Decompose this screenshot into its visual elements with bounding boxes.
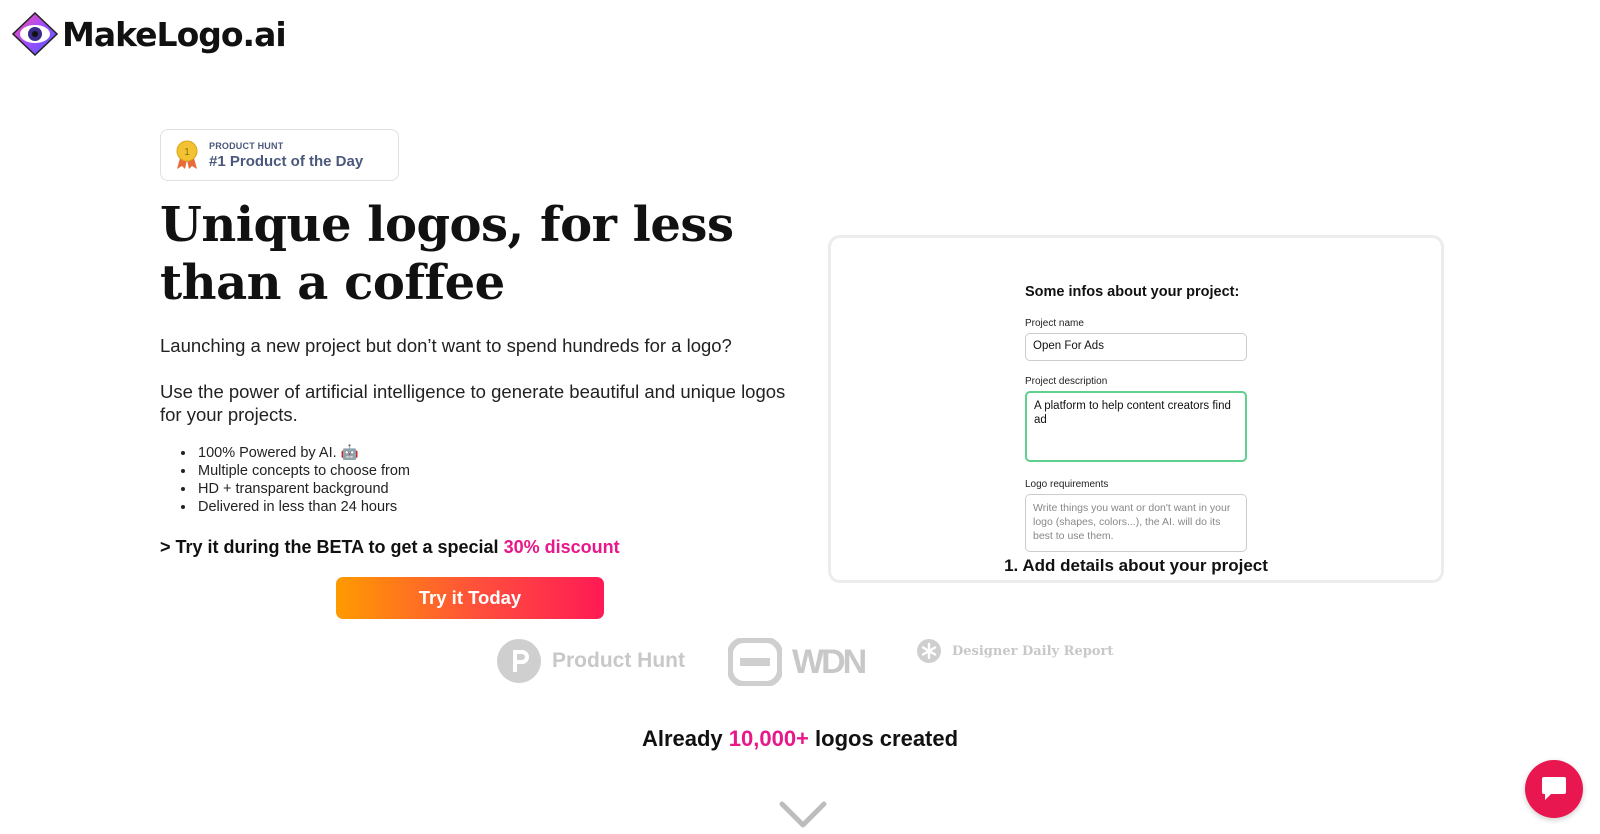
project-name-input[interactable]: Open For Ads (1025, 333, 1247, 361)
logo-requirements-label: Logo requirements (1025, 479, 1109, 490)
feature-item: HD + transparent background (196, 480, 410, 498)
feature-item: Delivered in less than 24 hours (196, 498, 410, 516)
hero-headline: Unique logos, for less than a coffee (160, 197, 734, 311)
beta-offer-text: > Try it during the BETA to get a specia… (160, 537, 504, 557)
form-title: Some infos about your project: (1025, 284, 1240, 300)
product-hunt-icon (497, 639, 541, 683)
hero-subtitle-1: Launching a new project but don’t want t… (160, 335, 732, 356)
press-designer-daily-report: Designer Daily Report (916, 638, 1113, 664)
press-label: Designer Daily Report (952, 643, 1114, 659)
project-description-input[interactable]: A platform to help content creators find… (1025, 391, 1247, 462)
chat-bubble-icon (1542, 777, 1566, 800)
press-product-hunt: Product Hunt (496, 638, 685, 684)
press-wdn: WDN (728, 638, 867, 686)
brand-name: MakeLogo.ai (62, 14, 287, 54)
brand-logo[interactable]: MakeLogo.ai (12, 12, 287, 56)
demo-form-preview: Some infos about your project: Project n… (873, 262, 1393, 554)
project-name-label: Project name (1025, 318, 1084, 329)
project-description-label: Project description (1025, 376, 1108, 387)
press-label: WDN (792, 642, 867, 681)
stats-count: 10,000+ (728, 726, 809, 751)
eye-logo-icon (12, 12, 58, 56)
feature-item: Multiple concepts to choose from (196, 462, 410, 480)
logo-requirements-input[interactable]: Write things you want or don't want in y… (1025, 494, 1247, 552)
try-it-today-button[interactable]: Try it Today (336, 577, 604, 619)
badge-source: PRODUCT HUNT (209, 140, 284, 151)
logos-created-count: Already 10,000+ logos created (0, 726, 1600, 752)
beta-discount: 30% discount (503, 537, 620, 557)
svg-text:1: 1 (184, 147, 190, 158)
product-hunt-badge[interactable]: 1 PRODUCT HUNT #1 Product of the Day (160, 129, 399, 181)
asterisk-badge-icon (917, 639, 941, 663)
chevron-down-icon[interactable] (778, 800, 828, 830)
chat-button[interactable] (1525, 760, 1583, 818)
stats-prefix: Already (641, 726, 729, 751)
hero-subtitle-2: Use the power of artificial intelligence… (160, 381, 786, 425)
stats-suffix: logos created (808, 726, 959, 751)
beta-offer: > Try it during the BETA to get a specia… (160, 537, 620, 558)
demo-card: Some infos about your project: Project n… (828, 235, 1444, 583)
demo-caption: 1. Add details about your project (1004, 556, 1268, 575)
medal-icon: 1 (176, 140, 198, 169)
wdn-icon (728, 638, 782, 686)
press-label: Product Hunt (552, 649, 685, 672)
badge-title: #1 Product of the Day (209, 152, 364, 170)
feature-item: 100% Powered by AI. 🤖 (196, 444, 410, 462)
feature-list: 100% Powered by AI. 🤖 Multiple concepts … (196, 444, 410, 516)
